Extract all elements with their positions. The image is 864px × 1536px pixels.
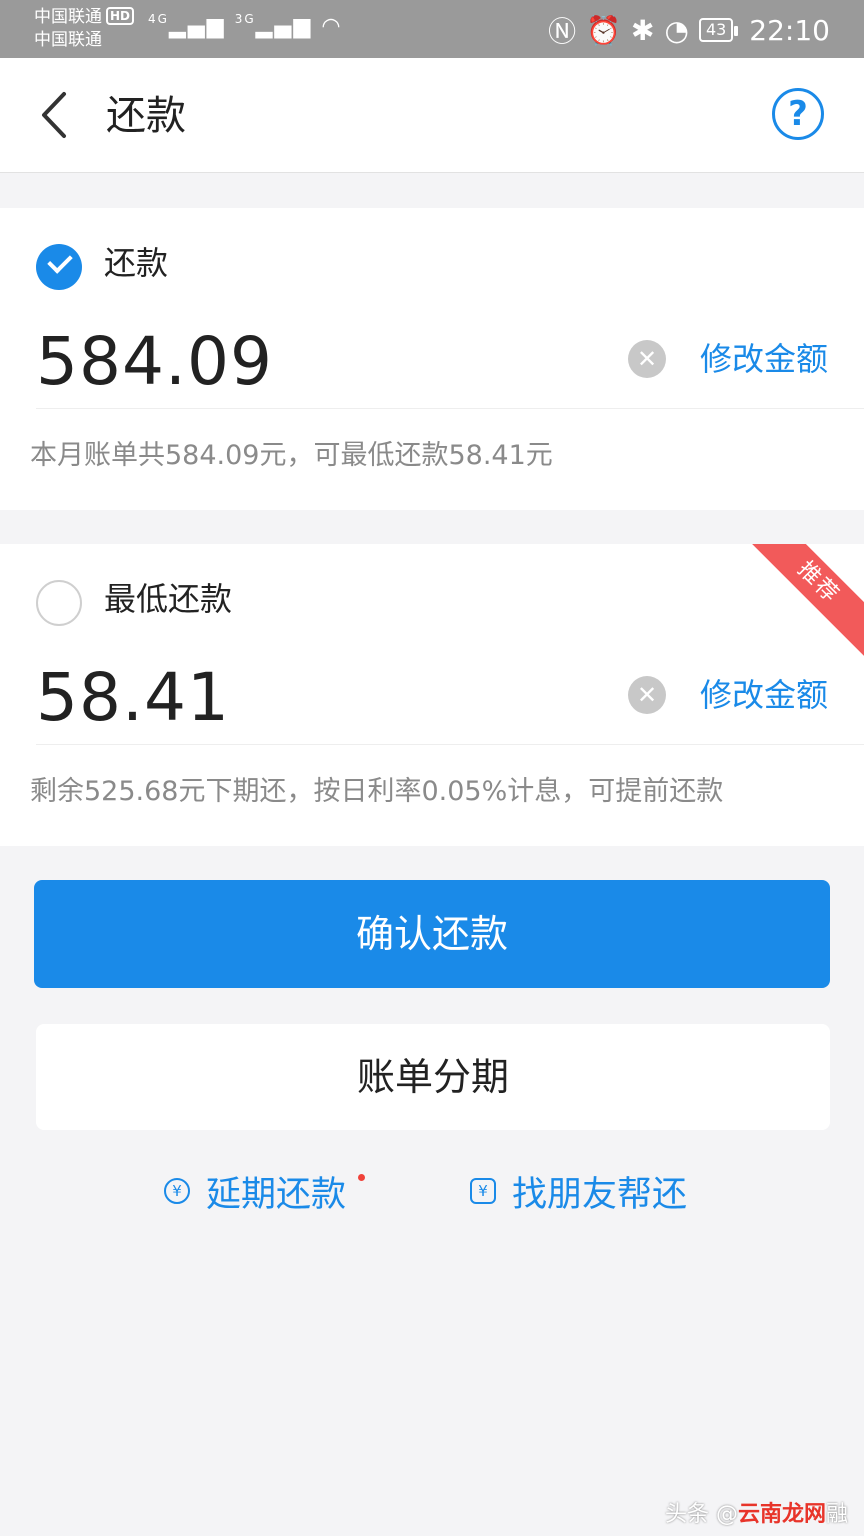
defer-repayment-link[interactable]: ¥ 延期还款 bbox=[164, 1166, 366, 1216]
divider bbox=[36, 744, 864, 745]
bill-installment-button[interactable]: 账单分期 bbox=[36, 1024, 830, 1130]
signal-4g-icon: 4G▂▄▆ bbox=[148, 12, 226, 39]
edit-amount-link[interactable]: 修改金额 bbox=[700, 336, 828, 382]
clock: 22:10 bbox=[749, 13, 830, 47]
radio-full-repayment[interactable] bbox=[36, 244, 82, 290]
radio-minimum-repayment[interactable] bbox=[36, 580, 82, 626]
bill-note: 本月账单共584.09元，可最低还款58.41元 bbox=[30, 440, 553, 471]
amount-minimum[interactable]: 58.41 bbox=[36, 658, 230, 738]
yen-clock-icon: ¥ bbox=[164, 1178, 190, 1204]
option-label-full: 还款 bbox=[104, 244, 169, 282]
wifi-icon: ◠ bbox=[321, 14, 343, 39]
bluetooth-icon: ✱ bbox=[631, 13, 655, 47]
defer-repayment-label: 延期还款 bbox=[206, 1174, 347, 1215]
edit-amount-link[interactable]: 修改金额 bbox=[700, 672, 828, 718]
clear-icon[interactable]: ✕ bbox=[628, 340, 666, 378]
carrier-info: 中国联通 HD 中国联通 bbox=[34, 6, 135, 52]
hd-badge: HD bbox=[106, 7, 135, 25]
yen-chat-icon: ¥ bbox=[470, 1178, 496, 1204]
signal-3g-icon: 3G▂▄▆ bbox=[234, 12, 313, 39]
friend-help-label: 找朋友帮还 bbox=[512, 1174, 688, 1215]
minimum-note: 剩余525.68元下期还，按日利率0.05%计息，可提前还款 bbox=[30, 776, 724, 807]
alarm-icon: ⏰ bbox=[586, 13, 622, 47]
status-right: Ⓝ ⏰ ✱ ◔ 43 22:10 bbox=[548, 10, 830, 50]
divider bbox=[36, 408, 864, 409]
option-label-minimum: 最低还款 bbox=[104, 580, 233, 618]
help-icon[interactable]: ? bbox=[772, 88, 824, 140]
signal-icons: 4G▂▄▆ 3G▂▄▆ ◠ bbox=[148, 12, 343, 39]
recommend-badge: 推荐 bbox=[733, 544, 864, 668]
back-arrow-icon[interactable] bbox=[36, 90, 76, 140]
amount-full[interactable]: 584.09 bbox=[36, 322, 273, 402]
carrier-2: 中国联通 bbox=[34, 30, 102, 50]
app-header: 还款 ? bbox=[0, 58, 864, 173]
watermark: 头条 @云南龙网融 bbox=[664, 1502, 848, 1527]
speed-icon: ◔ bbox=[664, 13, 689, 47]
minimum-repayment-card[interactable]: 推荐 最低还款 58.41 ✕ 修改金额 剩余525.68元下期还，按日利率0.… bbox=[0, 544, 864, 846]
page-title: 还款 bbox=[106, 93, 186, 139]
full-repayment-card[interactable]: 还款 584.09 ✕ 修改金额 本月账单共584.09元，可最低还款58.41… bbox=[0, 208, 864, 510]
clear-icon[interactable]: ✕ bbox=[628, 676, 666, 714]
confirm-repayment-button[interactable]: 确认还款 bbox=[34, 880, 830, 988]
nfc-icon: Ⓝ bbox=[548, 15, 577, 48]
status-bar: 中国联通 HD 中国联通 4G▂▄▆ 3G▂▄▆ ◠ Ⓝ ⏰ ✱ ◔ 43 22:… bbox=[0, 0, 864, 58]
friend-help-link[interactable]: ¥ 找朋友帮还 bbox=[470, 1166, 687, 1216]
notification-dot bbox=[358, 1174, 366, 1181]
battery-icon: 43 bbox=[698, 18, 739, 42]
carrier-1: 中国联通 bbox=[34, 7, 102, 27]
